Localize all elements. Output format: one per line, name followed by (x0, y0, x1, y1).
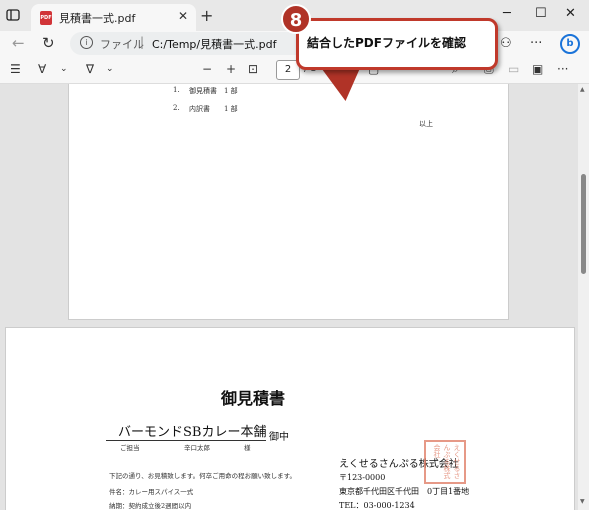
intro-text: 下記の通り、お見積致します。何卒ご用命の程お願い致します。 (109, 472, 296, 480)
item-1-no: 1. (173, 86, 180, 94)
callout-text: 結合したPDFファイルを確認 (307, 36, 466, 50)
vertical-scrollbar[interactable]: ▲ ▼ (578, 84, 589, 510)
company-seal-stamp: えくせるさんぷる株式会社 (424, 440, 466, 484)
tab-title: 見積書一式.pdf (59, 12, 136, 25)
address-path: C:/Temp/見積書一式.pdf (152, 38, 277, 51)
document-title: 御見積書 (221, 389, 286, 408)
pdf-page-1: 1. 御見積書 1 部 2. 内訳書 1 部 以上 (68, 84, 509, 320)
pdf-toolbar: ☰ ∀ ⌄ ∇ ⌄ − + ⊡ 2 / 3 ▢ ⌕ ⎙ ▭ ▣ ··· (0, 57, 589, 84)
address-separator: | (140, 35, 145, 49)
recipient-honorific: 御中 (269, 432, 289, 443)
contact-label: ご担当 (120, 444, 140, 452)
address-scheme-label: ファイル (100, 38, 144, 51)
draw-caret-icon[interactable]: ⌄ (60, 64, 68, 74)
save-as-icon[interactable]: ▣ (532, 62, 543, 76)
contact-suffix: 様 (244, 444, 251, 452)
bing-icon[interactable]: b (560, 34, 580, 54)
window-close-button[interactable]: ✕ (565, 6, 576, 21)
address-bar-row: ← ↻ i ファイル | C:/Temp/見積書一式.pdf ⚇ ··· b (0, 31, 589, 57)
item-1-name: 御見積書 (189, 87, 217, 95)
delivery-text: 納期：契約成立後2週間以内 (109, 502, 192, 510)
tab-close-button[interactable]: ✕ (178, 9, 188, 23)
scroll-up-arrow-icon[interactable]: ▲ (580, 86, 585, 93)
pdf-icon: PDF (40, 11, 52, 25)
contact-name: 辛口太郎 (184, 444, 210, 452)
company-tel: TEL：03-000-1234 (339, 501, 415, 510)
new-tab-button[interactable]: + (200, 6, 213, 25)
save-icon[interactable]: ▭ (508, 62, 519, 76)
step-number-badge: 8 (281, 4, 311, 34)
scroll-thumb[interactable] (581, 174, 586, 274)
scroll-down-arrow-icon[interactable]: ▼ (580, 498, 585, 505)
tab-active[interactable]: PDF 見積書一式.pdf ✕ (31, 4, 196, 31)
pdf-page-2: 御見積書 バーモンドSBカレー本舗 御中 ご担当 辛口太郎 様 下記の通り、お見… (5, 327, 575, 510)
recipient-underline (106, 440, 266, 441)
subject-text: 件名：カレー用スパイス一式 (109, 488, 194, 496)
profile-icon[interactable]: ⚇ (500, 36, 512, 51)
minimize-button[interactable]: ─ (503, 6, 511, 21)
highlight-icon[interactable]: ∇ (86, 62, 94, 76)
info-icon[interactable]: i (80, 36, 93, 49)
pdf-viewer[interactable]: 1. 御見積書 1 部 2. 内訳書 1 部 以上 御見積書 バーモンドSBカレ… (0, 84, 589, 510)
draw-icon[interactable]: ∀ (38, 62, 46, 76)
company-address: 東京都千代田区千代田 0丁目1番地 (339, 487, 470, 496)
recipient-name: バーモンドSBカレー本舗 (118, 425, 267, 440)
item-2-no: 2. (173, 104, 180, 112)
more-menu-button[interactable]: ··· (530, 36, 542, 51)
postal-code: 〒123-0000 (339, 473, 386, 482)
fit-page-icon[interactable]: ⊡ (248, 62, 258, 76)
highlight-caret-icon[interactable]: ⌄ (106, 64, 114, 74)
annotation-callout: 結合したPDFファイルを確認 (296, 18, 498, 70)
closing-text: 以上 (419, 120, 433, 128)
item-1-qty: 1 部 (224, 87, 238, 95)
zoom-in-button[interactable]: + (226, 62, 236, 76)
zoom-out-button[interactable]: − (202, 62, 212, 76)
contents-icon[interactable]: ☰ (10, 62, 21, 76)
address-field[interactable]: i ファイル | C:/Temp/見積書一式.pdf (70, 32, 310, 55)
maximize-button[interactable]: ☐ (535, 6, 547, 21)
back-button[interactable]: ← (12, 34, 25, 52)
item-2-qty: 1 部 (224, 105, 238, 113)
tab-actions-icon[interactable] (6, 7, 26, 25)
item-2-name: 内訳書 (189, 105, 210, 113)
refresh-button[interactable]: ↻ (42, 34, 55, 52)
pdf-more-button[interactable]: ··· (557, 62, 568, 76)
